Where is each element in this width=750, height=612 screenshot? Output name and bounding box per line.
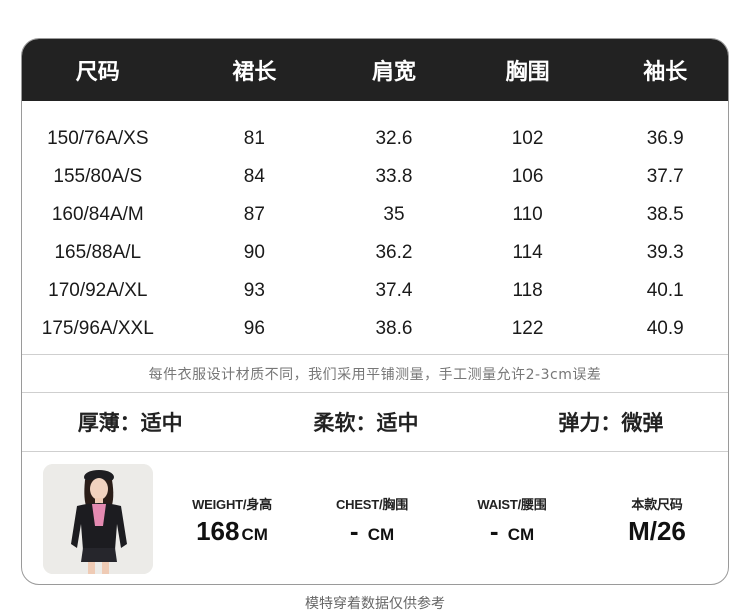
cell-shoulder: 37.4 [375, 280, 413, 301]
header-sleeve: 袖长 [643, 60, 688, 85]
size-chart-card: 尺码 裙长 肩宽 胸围 袖长 150/76A/XS 81 32.6 102 36… [21, 38, 729, 585]
cell-skirt-length: 81 [243, 128, 265, 149]
header-size: 尺码 [75, 60, 120, 85]
cell-skirt-length: 84 [243, 166, 265, 187]
cell-sleeve: 40.1 [646, 280, 684, 301]
table-row: 175/96A/XXL 96 38.6 122 40.9 [22, 310, 728, 348]
cell-chest: 106 [511, 166, 544, 187]
cell-chest: 102 [511, 128, 544, 149]
size-value: M/26 [628, 516, 686, 546]
header-skirt-length: 裙长 [232, 60, 277, 85]
cell-shoulder: 36.2 [375, 242, 413, 263]
measurement-note: 每件衣服设计材质不同，我们采用平铺测量，手工测量允许2-3cm误差 [148, 366, 602, 383]
model-height: WEIGHT/身高 168 CM [182, 494, 282, 547]
cell-sleeve: 39.3 [646, 242, 684, 263]
cell-shoulder: 35 [383, 204, 405, 225]
model-size: 本款尺码 M/26 [607, 494, 707, 547]
cell-skirt-length: 93 [243, 280, 265, 301]
table-row: 165/88A/L 90 36.2 114 39.3 [22, 234, 728, 272]
cell-sleeve: 38.5 [646, 204, 684, 225]
chest-label: CHEST/胸围 [335, 497, 409, 512]
height-value-group: 168 CM [182, 516, 282, 547]
table-header: 尺码 裙长 肩宽 胸围 袖长 [22, 39, 728, 101]
cell-skirt-length: 90 [243, 242, 265, 263]
cell-size: 160/84A/M [51, 204, 144, 225]
property-softness: 柔软：适中 [313, 411, 419, 435]
waist-value: - [489, 516, 499, 546]
header-chest: 胸围 [505, 60, 550, 85]
height-unit: CM [241, 525, 268, 544]
waist-value-group: - CM [462, 516, 562, 547]
cell-chest: 122 [511, 318, 544, 339]
cell-size: 150/76A/XS [47, 128, 149, 149]
table-row: 170/92A/XL 93 37.4 118 40.1 [22, 272, 728, 310]
model-figure-icon [43, 464, 153, 574]
cell-sleeve: 37.7 [646, 166, 684, 187]
property-thickness: 厚薄：适中 [77, 411, 183, 435]
property-elasticity: 弹力：微弹 [558, 411, 664, 435]
cell-chest: 114 [512, 242, 543, 263]
table-row: 155/80A/S 84 33.8 106 37.7 [22, 158, 728, 196]
height-value: 168 [196, 516, 240, 546]
cell-sleeve: 36.9 [646, 128, 684, 149]
cell-chest: 110 [512, 204, 543, 225]
height-label: WEIGHT/身高 [192, 497, 272, 512]
table-row: 160/84A/M 87 35 110 38.5 [22, 196, 728, 234]
chest-value-group: - CM [322, 516, 422, 547]
cell-chest: 118 [512, 280, 543, 301]
cell-skirt-length: 96 [243, 318, 265, 339]
chest-value: - [349, 516, 359, 546]
model-chest: CHEST/胸围 - CM [322, 494, 422, 547]
chest-unit: CM [367, 525, 395, 544]
table-body: 150/76A/XS 81 32.6 102 36.9 155/80A/S 84… [22, 101, 728, 354]
cell-size: 155/80A/S [53, 166, 143, 187]
table-row: 150/76A/XS 81 32.6 102 36.9 [22, 120, 728, 158]
model-info: WEIGHT/身高 168 CM CHEST/胸围 - CM WAIST/腰围 -… [22, 452, 728, 584]
waist-unit: CM [507, 525, 535, 544]
header-shoulder: 肩宽 [371, 60, 416, 85]
cell-sleeve: 40.9 [646, 318, 684, 339]
cell-shoulder: 32.6 [375, 128, 413, 149]
model-waist: WAIST/腰围 - CM [462, 494, 562, 547]
footnote: 模特穿着数据仅供参考 [305, 596, 445, 612]
model-photo [43, 464, 153, 574]
cell-size: 170/92A/XL [48, 280, 148, 301]
cell-shoulder: 38.6 [375, 318, 413, 339]
size-label: 本款尺码 [631, 497, 683, 512]
cell-skirt-length: 87 [243, 204, 265, 225]
cell-shoulder: 33.8 [375, 166, 413, 187]
waist-label: WAIST/腰围 [477, 497, 547, 512]
cell-size: 165/88A/L [54, 242, 142, 263]
fabric-properties: 厚薄：适中 柔软：适中 弹力：微弹 [22, 393, 728, 451]
cell-size: 175/96A/XXL [41, 318, 154, 339]
